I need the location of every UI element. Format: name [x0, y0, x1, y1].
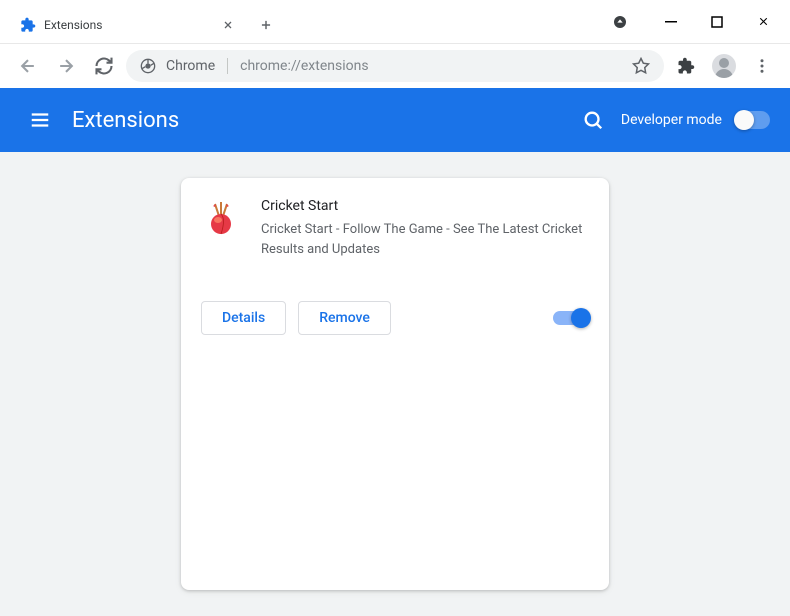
omnibox-label: Chrome [166, 58, 215, 74]
developer-mode-toggle[interactable] [734, 111, 770, 129]
hamburger-menu-icon[interactable] [20, 100, 60, 140]
forward-button[interactable] [50, 50, 82, 82]
address-bar: Chrome chrome://extensions [0, 44, 790, 88]
profile-avatar[interactable] [708, 50, 740, 82]
page-title: Extensions [72, 108, 573, 133]
content-area: PC risk.com Cricket Start Cricket Start … [0, 152, 790, 616]
tab-close-icon[interactable] [220, 17, 236, 33]
extension-text-block: Cricket Start Cricket Start - Follow The… [261, 198, 589, 259]
reload-button[interactable] [88, 50, 120, 82]
extension-info-row: Cricket Start Cricket Start - Follow The… [201, 198, 589, 259]
bookmark-star-icon[interactable] [632, 57, 650, 75]
omnibox-divider [227, 58, 228, 74]
browser-tab[interactable]: Extensions [8, 7, 248, 43]
extension-icon [201, 198, 241, 238]
details-button[interactable]: Details [201, 301, 286, 335]
omnibox[interactable]: Chrome chrome://extensions [126, 50, 664, 82]
extension-description: Cricket Start - Follow The Game - See Th… [261, 220, 589, 259]
extension-enable-toggle[interactable] [553, 311, 589, 325]
omnibox-url: chrome://extensions [240, 58, 622, 74]
extensions-toolbar-icon[interactable] [670, 50, 702, 82]
maximize-button[interactable] [694, 6, 740, 38]
tab-title: Extensions [44, 18, 212, 32]
new-tab-button[interactable] [252, 11, 280, 39]
remove-button[interactable]: Remove [298, 301, 391, 335]
developer-mode-label: Developer mode [621, 112, 722, 128]
minimize-button[interactable] [648, 6, 694, 38]
chrome-icon [140, 58, 156, 74]
extension-card: Cricket Start Cricket Start - Follow The… [181, 178, 609, 590]
chrome-menu-button[interactable] [746, 50, 778, 82]
extensions-favicon-icon [20, 17, 36, 33]
extension-actions: Details Remove [201, 301, 589, 335]
close-window-button[interactable] [740, 6, 786, 38]
account-indicator-icon[interactable] [604, 6, 636, 38]
extensions-header: Extensions Developer mode [0, 88, 790, 152]
window-controls [600, 0, 790, 43]
window-titlebar: Extensions [0, 0, 790, 44]
search-icon[interactable] [573, 100, 613, 140]
tab-strip: Extensions [0, 0, 600, 43]
extension-name: Cricket Start [261, 198, 589, 214]
back-button[interactable] [12, 50, 44, 82]
